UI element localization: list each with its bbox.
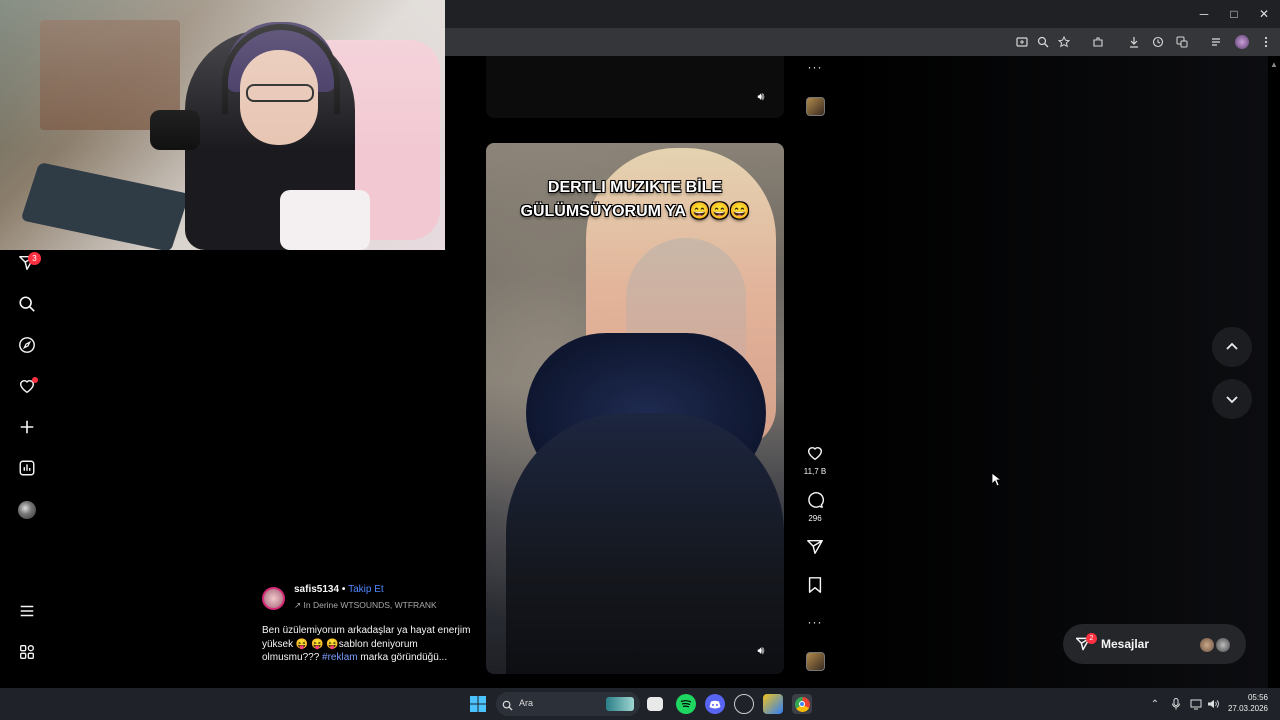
close-button[interactable]: ✕ (1248, 0, 1280, 28)
page-background-right (840, 56, 1268, 688)
page-scrollbar[interactable] (1268, 56, 1280, 688)
audio-info[interactable]: ↗ In Derine WTSOUNDS, WTFRANK (294, 600, 437, 611)
explore-icon[interactable] (16, 334, 38, 356)
like-heart-icon[interactable] (805, 444, 825, 467)
search-icon[interactable] (16, 293, 38, 315)
previous-audio-thumbnail[interactable] (806, 97, 825, 116)
message-avatar-1 (1199, 637, 1215, 653)
menu-icon[interactable] (1258, 34, 1274, 50)
minimize-button[interactable]: ─ (1188, 0, 1220, 28)
dashboard-icon[interactable] (16, 457, 38, 479)
save-bookmark-icon[interactable] (805, 576, 825, 599)
history-icon[interactable] (1150, 34, 1166, 50)
clock-time: 05:56 (1247, 693, 1268, 702)
microphone-icon[interactable] (1166, 694, 1186, 714)
post-author-line: safis5134 • Takip Et (294, 584, 384, 595)
windows-start-icon[interactable] (468, 694, 488, 714)
audio-thumbnail[interactable] (806, 652, 825, 671)
also-from-meta-icon[interactable] (16, 641, 38, 663)
translate-icon[interactable] (1174, 34, 1190, 50)
reel-coat (506, 413, 784, 674)
messages-label: Mesajlar (1101, 637, 1150, 651)
description-tail: marka göründüğü... (357, 652, 448, 663)
mouse-cursor-icon (991, 472, 1003, 492)
chevron-down-icon (1226, 396, 1238, 404)
taskbar-search[interactable]: Ara (496, 692, 640, 716)
like-count: 11,7 B (803, 467, 827, 476)
reel-caption-line-2: GÜLÜMSÜYORUM YA 😄😄😄 (520, 203, 750, 220)
profile-avatar[interactable] (18, 501, 36, 519)
clock-date: 27.03.2026 (1227, 704, 1268, 713)
profile-icon[interactable] (1234, 34, 1250, 50)
media-icon[interactable] (1209, 34, 1225, 50)
messages-count-badge: 2 (1086, 633, 1097, 644)
spotify-icon[interactable] (676, 694, 696, 714)
previous-reel-more-icon[interactable]: ··· (805, 60, 825, 74)
audio-title: In Derine WTSOUNDS, WTFRANK (303, 600, 437, 610)
extensions-icon[interactable] (1090, 34, 1106, 50)
taskbar-search-placeholder: Ara (519, 698, 534, 708)
system-clock[interactable]: 05:56 27.03.2026 (1220, 692, 1268, 714)
taskbar-search-icon (502, 698, 513, 716)
chrome-taskbar-button[interactable] (792, 694, 812, 714)
screen-cast-icon[interactable] (1014, 34, 1030, 50)
author-username[interactable]: safis5134 (294, 584, 339, 595)
audio-arrow-icon: ↗ (294, 600, 302, 610)
webcam-overlay (0, 0, 445, 250)
follow-button[interactable]: Takip Et (348, 584, 384, 595)
previous-reel-video[interactable] (486, 56, 784, 118)
chevron-up-icon (1226, 342, 1238, 350)
notification-dot (32, 377, 38, 383)
hashtag-link[interactable]: #reklam (322, 652, 358, 663)
maximize-button[interactable]: □ (1218, 0, 1250, 28)
comment-icon[interactable] (805, 491, 825, 514)
previous-reel-button[interactable] (1212, 327, 1252, 367)
chrome-icon (794, 696, 810, 712)
search-highlight-image (606, 697, 634, 711)
star-icon[interactable] (1056, 34, 1072, 50)
discord-icon[interactable] (705, 694, 725, 714)
share-icon[interactable] (805, 538, 825, 561)
current-reel-video[interactable]: DERTLI MUZIKTE BİLE GÜLÜMSÜYORUM YA 😄😄😄 (486, 143, 784, 674)
task-view-icon[interactable] (647, 697, 663, 711)
obs-icon[interactable] (734, 694, 754, 714)
more-options-icon[interactable]: ··· (805, 615, 825, 629)
webcam-light (0, 0, 445, 250)
separator-dot: • (341, 584, 346, 595)
comment-count: 296 (808, 514, 822, 523)
messages-badge: 3 (28, 252, 41, 265)
zoom-icon[interactable] (1035, 34, 1051, 50)
reel-caption-line-1: DERTLI MUZIKTE BİLE (547, 179, 723, 196)
app-icon-pin[interactable] (763, 694, 783, 714)
tray-overflow-chevron-icon[interactable]: ⌃ (1145, 694, 1165, 714)
download-icon[interactable] (1126, 34, 1142, 50)
scroll-up-arrow-icon[interactable]: ▲ (1270, 60, 1278, 69)
more-menu-icon[interactable] (16, 600, 38, 622)
next-reel-button[interactable] (1212, 379, 1252, 419)
message-avatar-2 (1215, 637, 1231, 653)
screen: ─ □ ✕ ▲ 3 🔊︎ DERTLI MUZIKTE BİLE GÜLÜMSÜ… (0, 0, 1280, 720)
author-avatar[interactable] (262, 587, 285, 610)
post-description[interactable]: Ben üzülemiyorum arkadaşlar ya hayat ene… (262, 624, 472, 665)
sound-icon[interactable]: 🔊︎ (753, 89, 769, 105)
create-plus-icon[interactable] (16, 416, 38, 438)
reel-sound-icon[interactable]: 🔊︎ (753, 643, 769, 659)
windows-taskbar (0, 688, 1280, 720)
